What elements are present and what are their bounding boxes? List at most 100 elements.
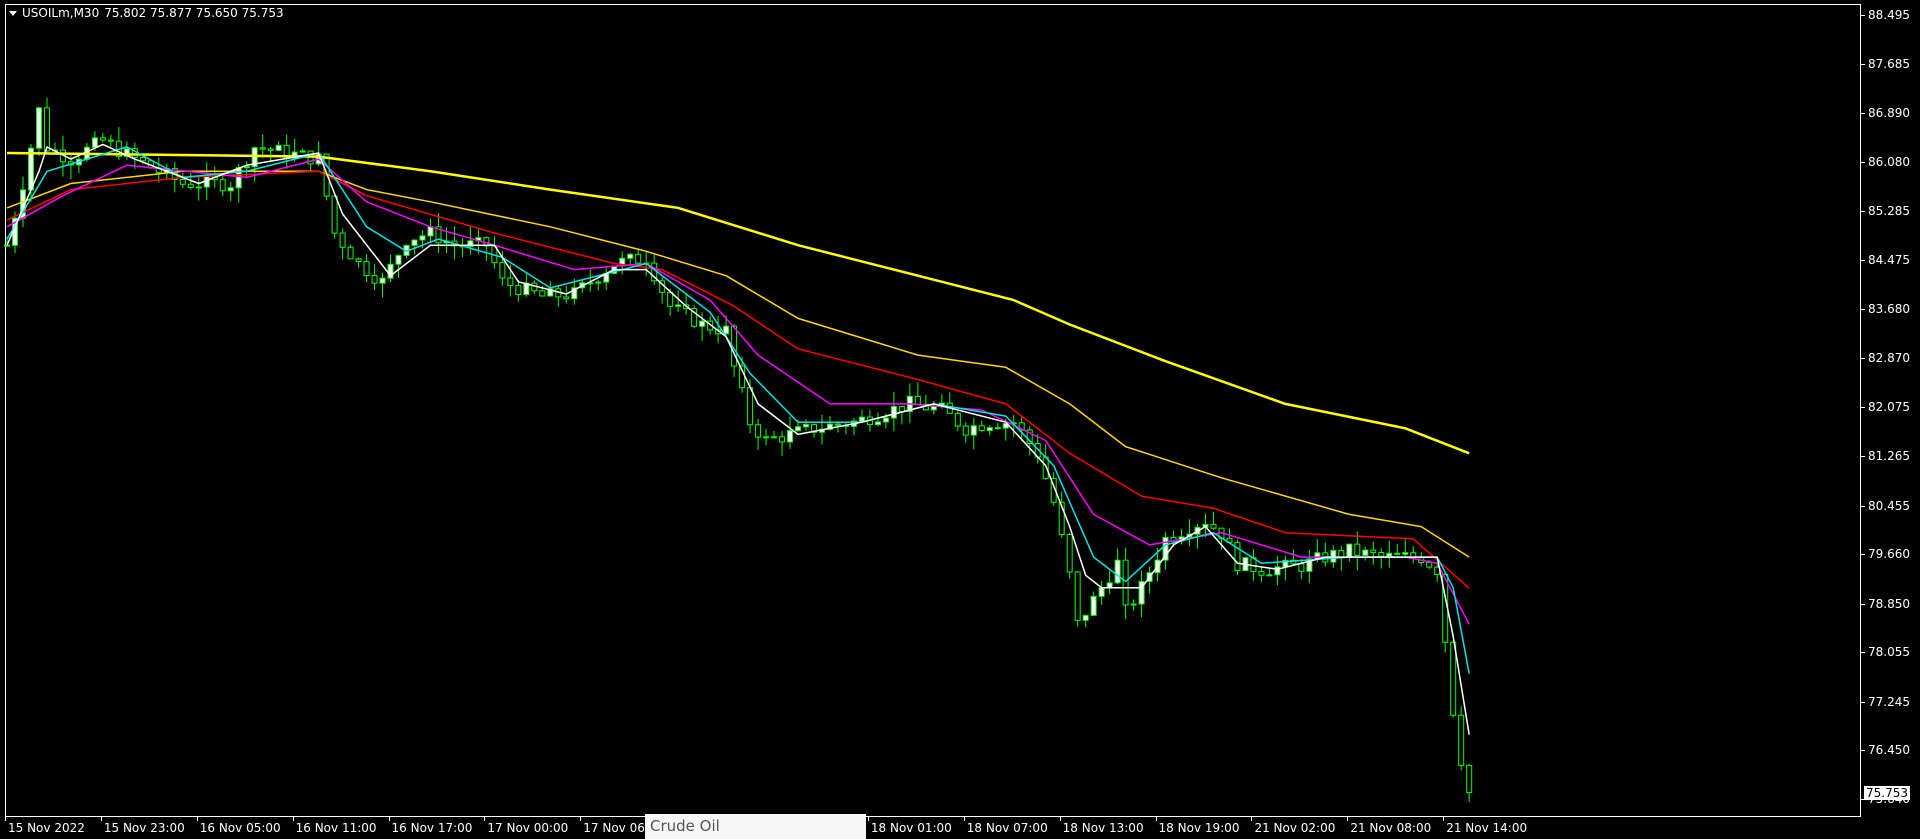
bull-candle xyxy=(882,417,889,423)
price-label: 85.285 xyxy=(1868,203,1910,218)
bull-candle xyxy=(803,423,809,428)
bear-candle xyxy=(1354,543,1361,556)
bear-candle xyxy=(515,285,522,295)
time-tick xyxy=(388,817,390,821)
bull-candle xyxy=(595,281,602,284)
bear-candle xyxy=(363,261,370,277)
bull-candle xyxy=(395,254,402,265)
bull-candle xyxy=(35,107,42,149)
bear-candle xyxy=(978,425,985,432)
bear-candle xyxy=(914,395,921,405)
bull-candle xyxy=(787,430,794,443)
time-tick xyxy=(580,817,582,821)
ma-red-line xyxy=(6,170,1470,589)
bull-candle xyxy=(627,253,634,259)
time-label: 17 Nov 00:00 xyxy=(487,821,569,835)
price-tick xyxy=(1861,260,1865,262)
bear-candle xyxy=(179,178,186,185)
last-price-label: 75.753 xyxy=(1864,785,1910,800)
bear-candle xyxy=(1370,549,1377,553)
bear-candle xyxy=(43,107,50,152)
price-label: 88.495 xyxy=(1868,7,1910,22)
bear-candle xyxy=(1074,571,1081,621)
bull-candle xyxy=(699,320,706,327)
price-chart[interactable] xyxy=(0,0,1861,817)
price-tick xyxy=(1861,210,1865,212)
bear-candle xyxy=(779,436,786,443)
bear-candle xyxy=(563,296,570,300)
bear-candle xyxy=(1042,456,1049,479)
chart-header: USOILm,M30 75.802 75.877 75.650 75.753 xyxy=(9,6,284,20)
bear-candle xyxy=(507,277,514,287)
price-tick xyxy=(1861,14,1865,16)
bear-candle xyxy=(834,423,841,426)
bull-candle xyxy=(1346,543,1353,558)
price-label: 76.450 xyxy=(1868,743,1910,758)
bear-candle xyxy=(635,253,642,264)
price-tick xyxy=(1861,750,1865,752)
bear-candle xyxy=(1426,561,1433,568)
bull-candle xyxy=(970,425,977,436)
bull-candle xyxy=(1386,552,1393,557)
bear-candle xyxy=(499,262,506,279)
bear-candle xyxy=(355,258,362,263)
time-label: 15 Nov 2022 xyxy=(8,821,85,835)
bull-candle xyxy=(1266,574,1273,577)
price-tick xyxy=(1861,701,1865,703)
time-tick xyxy=(292,817,294,821)
bull-candle xyxy=(795,426,802,432)
time-label: 18 Nov 01:00 xyxy=(870,821,952,835)
bear-candle xyxy=(187,183,194,189)
time-label: 16 Nov 05:00 xyxy=(199,821,281,835)
price-tick xyxy=(1861,505,1865,507)
price-tick xyxy=(1861,64,1865,66)
bull-candle xyxy=(986,427,993,432)
price-tick xyxy=(1861,456,1865,458)
price-tick xyxy=(1861,652,1865,654)
time-tick xyxy=(5,817,6,821)
bull-candle xyxy=(379,277,386,284)
price-label: 86.890 xyxy=(1868,105,1910,120)
dropdown-triangle-icon[interactable] xyxy=(9,10,17,16)
bear-candle xyxy=(1338,550,1345,558)
bear-candle xyxy=(99,137,106,141)
bull-candle xyxy=(91,137,98,148)
bull-candle xyxy=(763,436,770,439)
price-label: 82.075 xyxy=(1868,399,1910,414)
bear-candle xyxy=(1466,764,1473,794)
bull-candle xyxy=(930,405,937,411)
time-tick xyxy=(963,817,965,821)
time-label: 18 Nov 13:00 xyxy=(1062,821,1144,835)
bull-candle xyxy=(1098,587,1105,597)
ma-white-line xyxy=(6,143,1470,735)
bear-candle xyxy=(747,387,754,426)
price-label: 86.080 xyxy=(1868,155,1910,170)
bull-candle xyxy=(275,144,282,151)
price-label: 82.870 xyxy=(1868,351,1910,366)
bear-candle xyxy=(339,232,346,248)
price-tick xyxy=(1861,554,1865,556)
time-label: 21 Nov 08:00 xyxy=(1350,821,1432,835)
price-label: 78.055 xyxy=(1868,645,1910,660)
time-tick xyxy=(1347,817,1349,821)
bear-candle xyxy=(667,291,674,307)
bull-candle xyxy=(771,436,778,439)
price-tick xyxy=(1861,603,1865,605)
bear-candle xyxy=(1394,552,1401,555)
bear-candle xyxy=(539,290,546,297)
tooltip: Crude Oil xyxy=(645,814,866,839)
ma-yellow-line xyxy=(6,151,1470,455)
time-tick xyxy=(1059,817,1061,821)
bear-candle xyxy=(1458,714,1465,766)
time-tick xyxy=(1251,817,1253,821)
bear-candle xyxy=(1450,641,1457,716)
bull-candle xyxy=(1130,603,1137,606)
time-label: 21 Nov 14:00 xyxy=(1446,821,1528,835)
time-label: 18 Nov 19:00 xyxy=(1158,821,1240,835)
bear-candle xyxy=(1066,534,1073,573)
ohlc-readout: 75.802 75.877 75.650 75.753 xyxy=(104,6,284,20)
price-tick xyxy=(1861,162,1865,164)
bear-candle xyxy=(371,275,378,284)
price-tick xyxy=(1861,799,1865,801)
bull-candle xyxy=(1402,552,1409,555)
